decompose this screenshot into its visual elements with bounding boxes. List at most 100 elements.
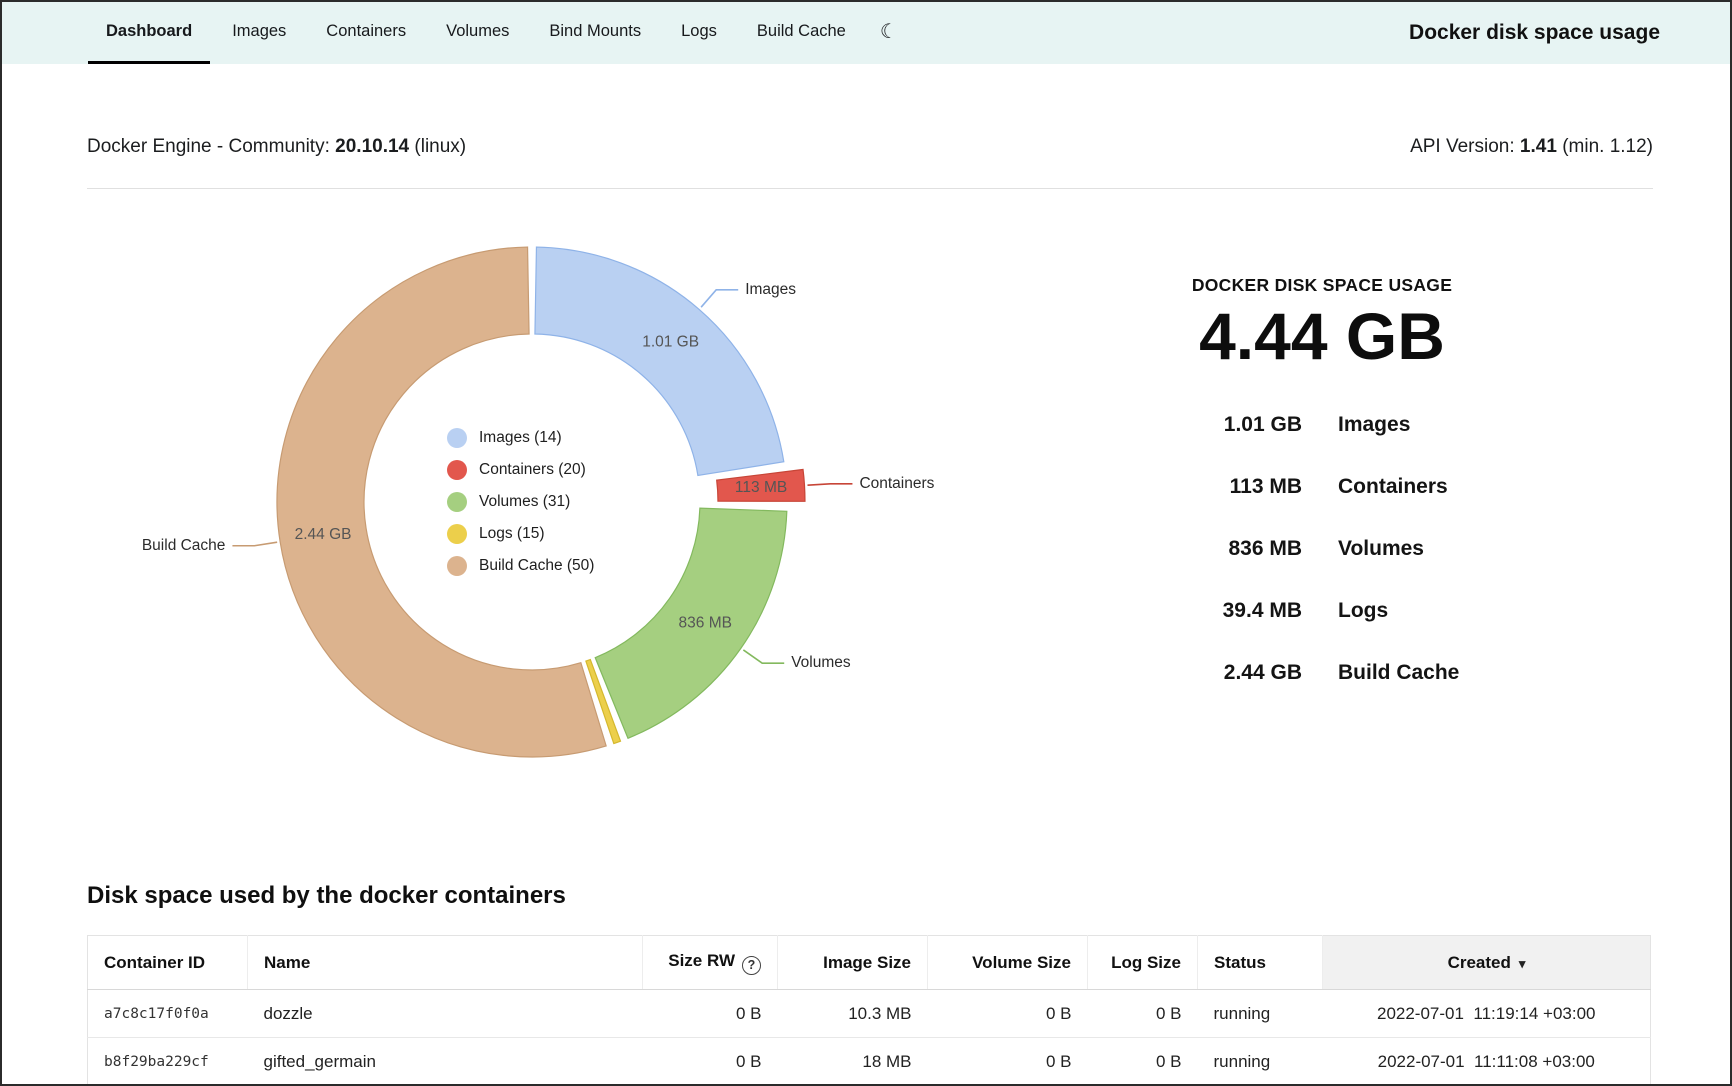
dark-mode-toggle[interactable]: ☾ (868, 2, 910, 64)
caret-down-icon: ▾ (1519, 956, 1526, 971)
slice-size-label: 1.01 GB (642, 333, 699, 350)
disk-usage-summary: DOCKER DISK SPACE USAGE 4.44 GB 1.01 GB … (1112, 275, 1532, 723)
callout-line-volumes (743, 650, 784, 663)
summary-row: 1.01 GB Images (1112, 413, 1532, 437)
slice-callout-label: Images (745, 281, 796, 298)
cell-volume-size: 0 B (928, 990, 1088, 1038)
summary-label: Images (1338, 413, 1410, 437)
summary-row: 39.4 MB Logs (1112, 599, 1532, 623)
col-header-created[interactable]: Created ▾ (1323, 936, 1651, 990)
moon-icon: ☾ (880, 19, 898, 44)
callout-line-containers (807, 484, 852, 485)
legend-dot-images (447, 428, 467, 448)
summary-value: 836 MB (1112, 537, 1302, 561)
summary-heading: DOCKER DISK SPACE USAGE (1112, 275, 1532, 296)
col-header-size-rw[interactable]: Size RW? (643, 936, 778, 990)
help-circle-icon[interactable]: ? (742, 956, 761, 975)
engine-info: Docker Engine - Community: 20.10.14 (lin… (87, 136, 466, 158)
legend-label: Volumes (31) (479, 493, 570, 511)
slice-callout-label: Containers (859, 475, 934, 492)
tab-dashboard[interactable]: Dashboard (88, 2, 210, 64)
table-row: b8f29ba229cf gifted_germain 0 B 18 MB 0 … (88, 1038, 1651, 1086)
callout-line-images (701, 290, 738, 307)
cell-container-id: b8f29ba229cf (88, 1038, 248, 1086)
legend-dot-containers (447, 460, 467, 480)
cell-size-rw: 0 B (643, 990, 778, 1038)
tab-build-cache[interactable]: Build Cache (739, 2, 864, 64)
api-version-value: 1.41 (1520, 136, 1557, 157)
col-header-volume-size[interactable]: Volume Size (928, 936, 1088, 990)
app-title: Docker disk space usage (1409, 2, 1660, 64)
slice-callout-label: Build Cache (142, 537, 226, 554)
legend-item-images[interactable]: Images (14) (447, 422, 594, 454)
cell-volume-size: 0 B (928, 1038, 1088, 1086)
cell-name: gifted_germain (248, 1038, 643, 1086)
cell-status: running (1198, 1038, 1323, 1086)
tab-containers[interactable]: Containers (308, 2, 424, 64)
cell-name: dozzle (248, 990, 643, 1038)
engine-label: Docker Engine - Community: (87, 136, 330, 157)
slice-size-label: 836 MB (679, 614, 732, 631)
slice-size-label: 2.44 GB (295, 526, 352, 543)
slice-size-label: 113 MB (735, 479, 787, 496)
col-header-name[interactable]: Name (248, 936, 643, 990)
col-header-status[interactable]: Status (1198, 936, 1323, 990)
nav-tabs: Dashboard Images Containers Volumes Bind… (88, 2, 914, 64)
api-version-label: API Version: (1410, 136, 1515, 157)
table-header-row: Container ID Name Size RW? Image Size Vo… (88, 936, 1651, 990)
engine-platform: (linux) (414, 136, 466, 157)
summary-label: Build Cache (1338, 661, 1459, 685)
chart-legend: Images (14) Containers (20) Volumes (31)… (447, 422, 594, 582)
tab-bind-mounts[interactable]: Bind Mounts (531, 2, 659, 64)
summary-value: 2.44 GB (1112, 661, 1302, 685)
col-header-size-rw-label: Size RW (668, 951, 735, 970)
cell-log-size: 0 B (1088, 990, 1198, 1038)
containers-section-heading: Disk space used by the docker containers (87, 882, 566, 910)
col-header-log-size[interactable]: Log Size (1088, 936, 1198, 990)
legend-dot-volumes (447, 492, 467, 512)
cell-created: 2022-07-01 11:11:08 +03:00 (1323, 1038, 1651, 1086)
legend-label: Containers (20) (479, 461, 586, 479)
tab-logs[interactable]: Logs (663, 2, 735, 64)
app-window: Dashboard Images Containers Volumes Bind… (0, 0, 1732, 1086)
summary-row: 2.44 GB Build Cache (1112, 661, 1532, 685)
cell-container-id: a7c8c17f0f0a (88, 990, 248, 1038)
cell-status: running (1198, 990, 1323, 1038)
engine-version: 20.10.14 (335, 136, 409, 157)
legend-label: Logs (15) (479, 525, 544, 543)
summary-row: 836 MB Volumes (1112, 537, 1532, 561)
cell-image-size: 10.3 MB (778, 990, 928, 1038)
api-version-info: API Version: 1.41 (min. 1.12) (1410, 136, 1653, 158)
legend-label: Build Cache (50) (479, 557, 594, 575)
summary-total: 4.44 GB (1112, 302, 1532, 371)
cell-log-size: 0 B (1088, 1038, 1198, 1086)
legend-item-containers[interactable]: Containers (20) (447, 454, 594, 486)
summary-label: Containers (1338, 475, 1448, 499)
summary-value: 39.4 MB (1112, 599, 1302, 623)
engine-info-row: Docker Engine - Community: 20.10.14 (lin… (87, 136, 1653, 158)
legend-dot-logs (447, 524, 467, 544)
col-header-created-label: Created (1448, 953, 1511, 972)
tab-volumes[interactable]: Volumes (428, 2, 527, 64)
containers-table: Container ID Name Size RW? Image Size Vo… (87, 935, 1651, 1086)
col-header-image-size[interactable]: Image Size (778, 936, 928, 990)
api-version-min: (min. 1.12) (1562, 136, 1653, 157)
callout-line-build-cache (232, 542, 277, 546)
tab-images[interactable]: Images (214, 2, 304, 64)
disk-usage-donut-chart: 1.01 GB Images 113 MB Containers 836 MB Volum… (2, 212, 1002, 792)
cell-created: 2022-07-01 11:19:14 +03:00 (1323, 990, 1651, 1038)
slice-callout-label: Volumes (791, 654, 851, 671)
legend-item-build-cache[interactable]: Build Cache (50) (447, 550, 594, 582)
top-nav: Dashboard Images Containers Volumes Bind… (2, 2, 1730, 64)
summary-label: Volumes (1338, 537, 1424, 561)
legend-item-logs[interactable]: Logs (15) (447, 518, 594, 550)
legend-label: Images (14) (479, 429, 562, 447)
col-header-container-id[interactable]: Container ID (88, 936, 248, 990)
summary-label: Logs (1338, 599, 1388, 623)
legend-dot-build-cache (447, 556, 467, 576)
divider (87, 188, 1653, 189)
summary-value: 113 MB (1112, 475, 1302, 499)
cell-size-rw: 0 B (643, 1038, 778, 1086)
legend-item-volumes[interactable]: Volumes (31) (447, 486, 594, 518)
summary-rows: 1.01 GB Images 113 MB Containers 836 MB … (1112, 413, 1532, 685)
